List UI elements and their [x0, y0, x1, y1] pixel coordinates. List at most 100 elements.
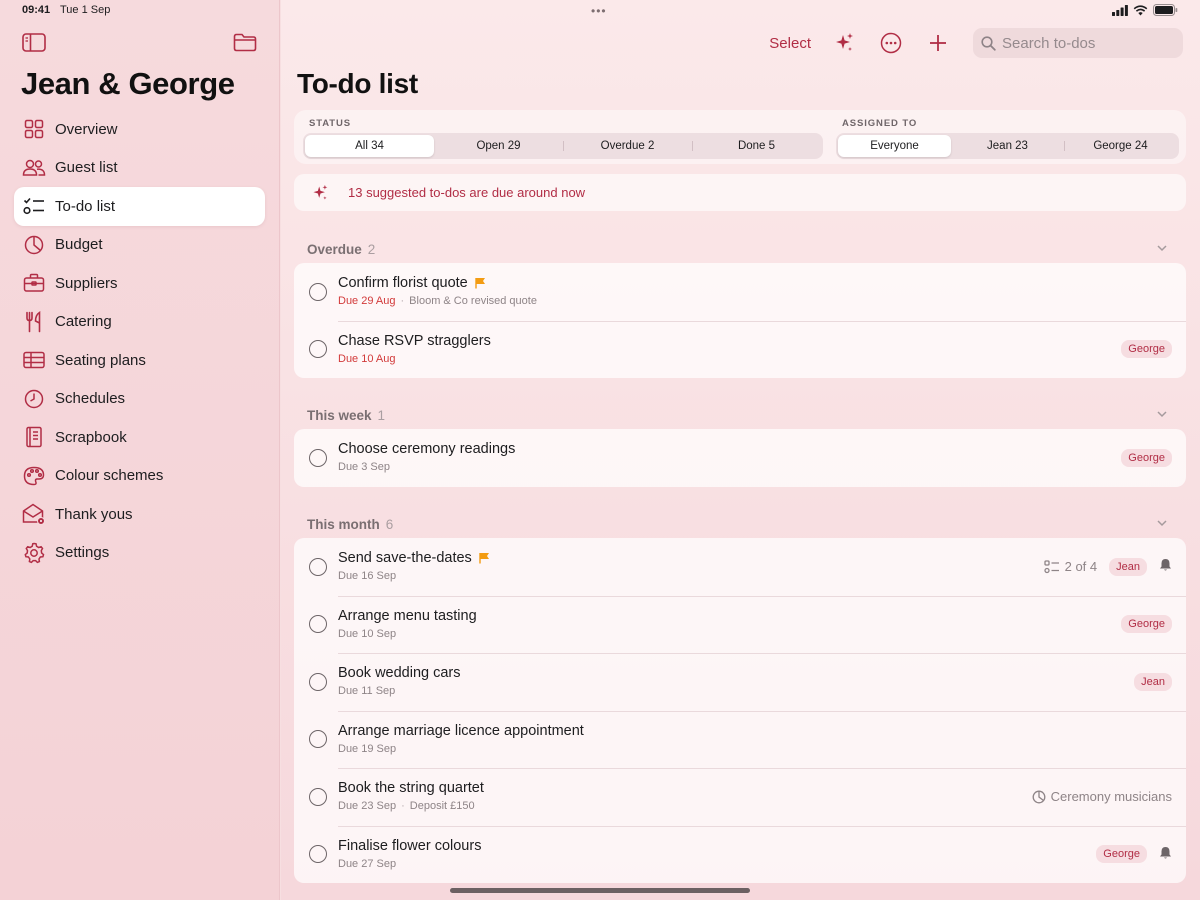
due-date: Due 29 Aug — [338, 295, 396, 307]
budget-category: Ceremony musicians — [1032, 789, 1172, 804]
sidebar-item-to-do-list[interactable]: To-do list — [14, 187, 265, 226]
due-date: Due 11 Sep — [338, 685, 396, 697]
todo-row[interactable]: Confirm florist quote Due 29 Aug · Bloom &… — [294, 263, 1186, 321]
sidebar-item-thank-yous[interactable]: Thank yous — [14, 495, 265, 534]
status-filter-label: STATUS — [309, 118, 351, 129]
home-indicator[interactable] — [450, 888, 750, 893]
main-content: ••• Select To-do list STATUS All 34 Open… — [281, 0, 1200, 900]
more-options-icon[interactable] — [879, 31, 903, 55]
category-label: Ceremony musicians — [1050, 789, 1172, 805]
multitasking-dots-icon[interactable]: ••• — [591, 4, 607, 18]
todo-title: Arrange menu tasting — [338, 607, 477, 624]
toolbar: Select — [769, 28, 1183, 58]
assignee-tag: Jean — [1109, 557, 1147, 576]
suggestions-text: 13 suggested to-dos are due around now — [348, 185, 586, 200]
bell-icon[interactable] — [1159, 846, 1172, 863]
sidebar-item-schedules[interactable]: Schedules — [14, 380, 265, 419]
status-option-open[interactable]: Open 29 — [434, 135, 563, 157]
sidebar-item-suppliers[interactable]: Suppliers — [14, 264, 265, 303]
status-date: Tue 1 Sep — [60, 4, 111, 16]
todo-row[interactable]: Chase RSVP stragglers Due 10 Aug George — [294, 320, 1186, 379]
todo-note: Bloom & Co revised quote — [409, 295, 537, 307]
checkbox[interactable] — [309, 340, 327, 359]
section-header-this-week[interactable]: This week 1 — [307, 408, 1167, 423]
todo-row[interactable]: Send save-the-dates Due 16 Sep 2 of 4 Je… — [294, 538, 1186, 596]
sidebar-nav: Overview Guest list To-do list Budget Su… — [14, 110, 265, 572]
todo-row[interactable]: Arrange menu tasting Due 10 Sep George — [294, 595, 1186, 654]
checkbox[interactable] — [309, 448, 327, 467]
due-date: Due 10 Sep — [338, 627, 397, 640]
todo-note: Deposit £150 — [409, 800, 475, 812]
envelope-icon — [22, 502, 46, 526]
sidebar-item-scrapbook[interactable]: Scrapbook — [14, 418, 265, 457]
select-button[interactable]: Select — [769, 35, 811, 52]
add-icon[interactable] — [926, 31, 950, 55]
bell-icon[interactable] — [1159, 558, 1172, 575]
sidebar-item-label: Guest list — [55, 159, 118, 177]
sidebar-item-guest-list[interactable]: Guest list — [14, 149, 265, 188]
assigned-option-george[interactable]: George 24 — [1064, 135, 1177, 157]
sidebar-item-overview[interactable]: Overview — [14, 110, 265, 149]
book-icon — [22, 425, 46, 449]
todo-row[interactable]: Book the string quartet Due 23 Sep · Depos… — [294, 768, 1186, 826]
checklist-icon — [1043, 560, 1059, 573]
flag-icon — [475, 277, 486, 289]
sidebar-item-catering[interactable]: Catering — [14, 303, 265, 342]
todo-title: Arrange marriage licence appointment — [338, 722, 584, 739]
section-title: This week — [307, 408, 372, 423]
assignee-tag: George — [1121, 615, 1172, 634]
pie-chart-icon — [22, 233, 46, 257]
assigned-option-everyone[interactable]: Everyone — [838, 135, 951, 157]
assignee-tag: George — [1121, 448, 1172, 467]
checkbox[interactable] — [309, 557, 327, 576]
briefcase-icon — [22, 271, 46, 295]
sidebar-item-budget[interactable]: Budget — [14, 226, 265, 265]
palette-icon — [22, 464, 46, 488]
suggestions-banner[interactable]: 13 suggested to-dos are due around now — [294, 174, 1186, 211]
checkbox[interactable] — [309, 282, 327, 301]
folder-icon[interactable] — [233, 33, 257, 52]
sidebar-title: Jean & George — [21, 66, 235, 101]
clock-icon — [22, 387, 46, 411]
assigned-option-jean[interactable]: Jean 23 — [951, 135, 1064, 157]
due-date: Due 27 Sep — [338, 857, 397, 870]
sparkles-icon[interactable] — [832, 31, 856, 55]
status-option-overdue[interactable]: Overdue 2 — [563, 135, 692, 157]
checkbox[interactable] — [309, 730, 327, 749]
people-icon — [22, 156, 46, 180]
due-date: Due 23 Sep — [338, 800, 397, 812]
section-header-this-month[interactable]: This month 6 — [307, 517, 1167, 532]
sparkles-icon — [311, 184, 329, 202]
todo-title: Book wedding cars — [338, 665, 461, 681]
chevron-down-icon[interactable] — [1156, 408, 1168, 423]
search-field[interactable] — [973, 28, 1183, 58]
section-header-overdue[interactable]: Overdue 2 — [307, 242, 1167, 257]
sidebar-item-colour-schemes[interactable]: Colour schemes — [14, 457, 265, 496]
checkbox[interactable] — [309, 845, 327, 864]
sidebar-toggle-icon[interactable] — [22, 33, 46, 52]
checkbox[interactable] — [309, 787, 327, 806]
chevron-down-icon[interactable] — [1156, 517, 1168, 532]
todo-row[interactable]: Arrange marriage licence appointment Due… — [294, 710, 1186, 769]
todo-title: Finalise flower colours — [338, 837, 482, 854]
todo-row[interactable]: Choose ceremony readings Due 3 Sep Georg… — [294, 429, 1186, 487]
section-card-overdue: Confirm florist quote Due 29 Aug · Bloom &… — [294, 263, 1186, 378]
chevron-down-icon[interactable] — [1156, 242, 1168, 257]
sidebar-item-settings[interactable]: Settings — [14, 534, 265, 573]
sidebar-item-label: Catering — [55, 313, 112, 331]
sidebar-item-seating-plans[interactable]: Seating plans — [14, 341, 265, 380]
search-input[interactable] — [1002, 34, 1172, 52]
sidebar-item-label: To-do list — [55, 197, 116, 215]
todo-row[interactable]: Book wedding cars Due 11 Sep Jean — [294, 653, 1186, 711]
todo-title: Send save-the-dates — [338, 550, 472, 566]
sidebar-item-label: Overview — [55, 120, 118, 138]
status-option-all[interactable]: All 34 — [305, 135, 434, 157]
status-option-done[interactable]: Done 5 — [692, 135, 821, 157]
sidebar: 09:41 Tue 1 Sep Jean & George Overview G… — [0, 0, 280, 900]
checkbox[interactable] — [309, 615, 327, 634]
subtask-count: 2 of 4 — [1064, 559, 1098, 575]
sidebar-item-label: Seating plans — [55, 351, 146, 369]
todo-row[interactable]: Finalise flower colours Due 27 Sep Georg… — [294, 825, 1186, 884]
section-count: 2 — [367, 242, 376, 257]
checkbox[interactable] — [309, 672, 327, 691]
